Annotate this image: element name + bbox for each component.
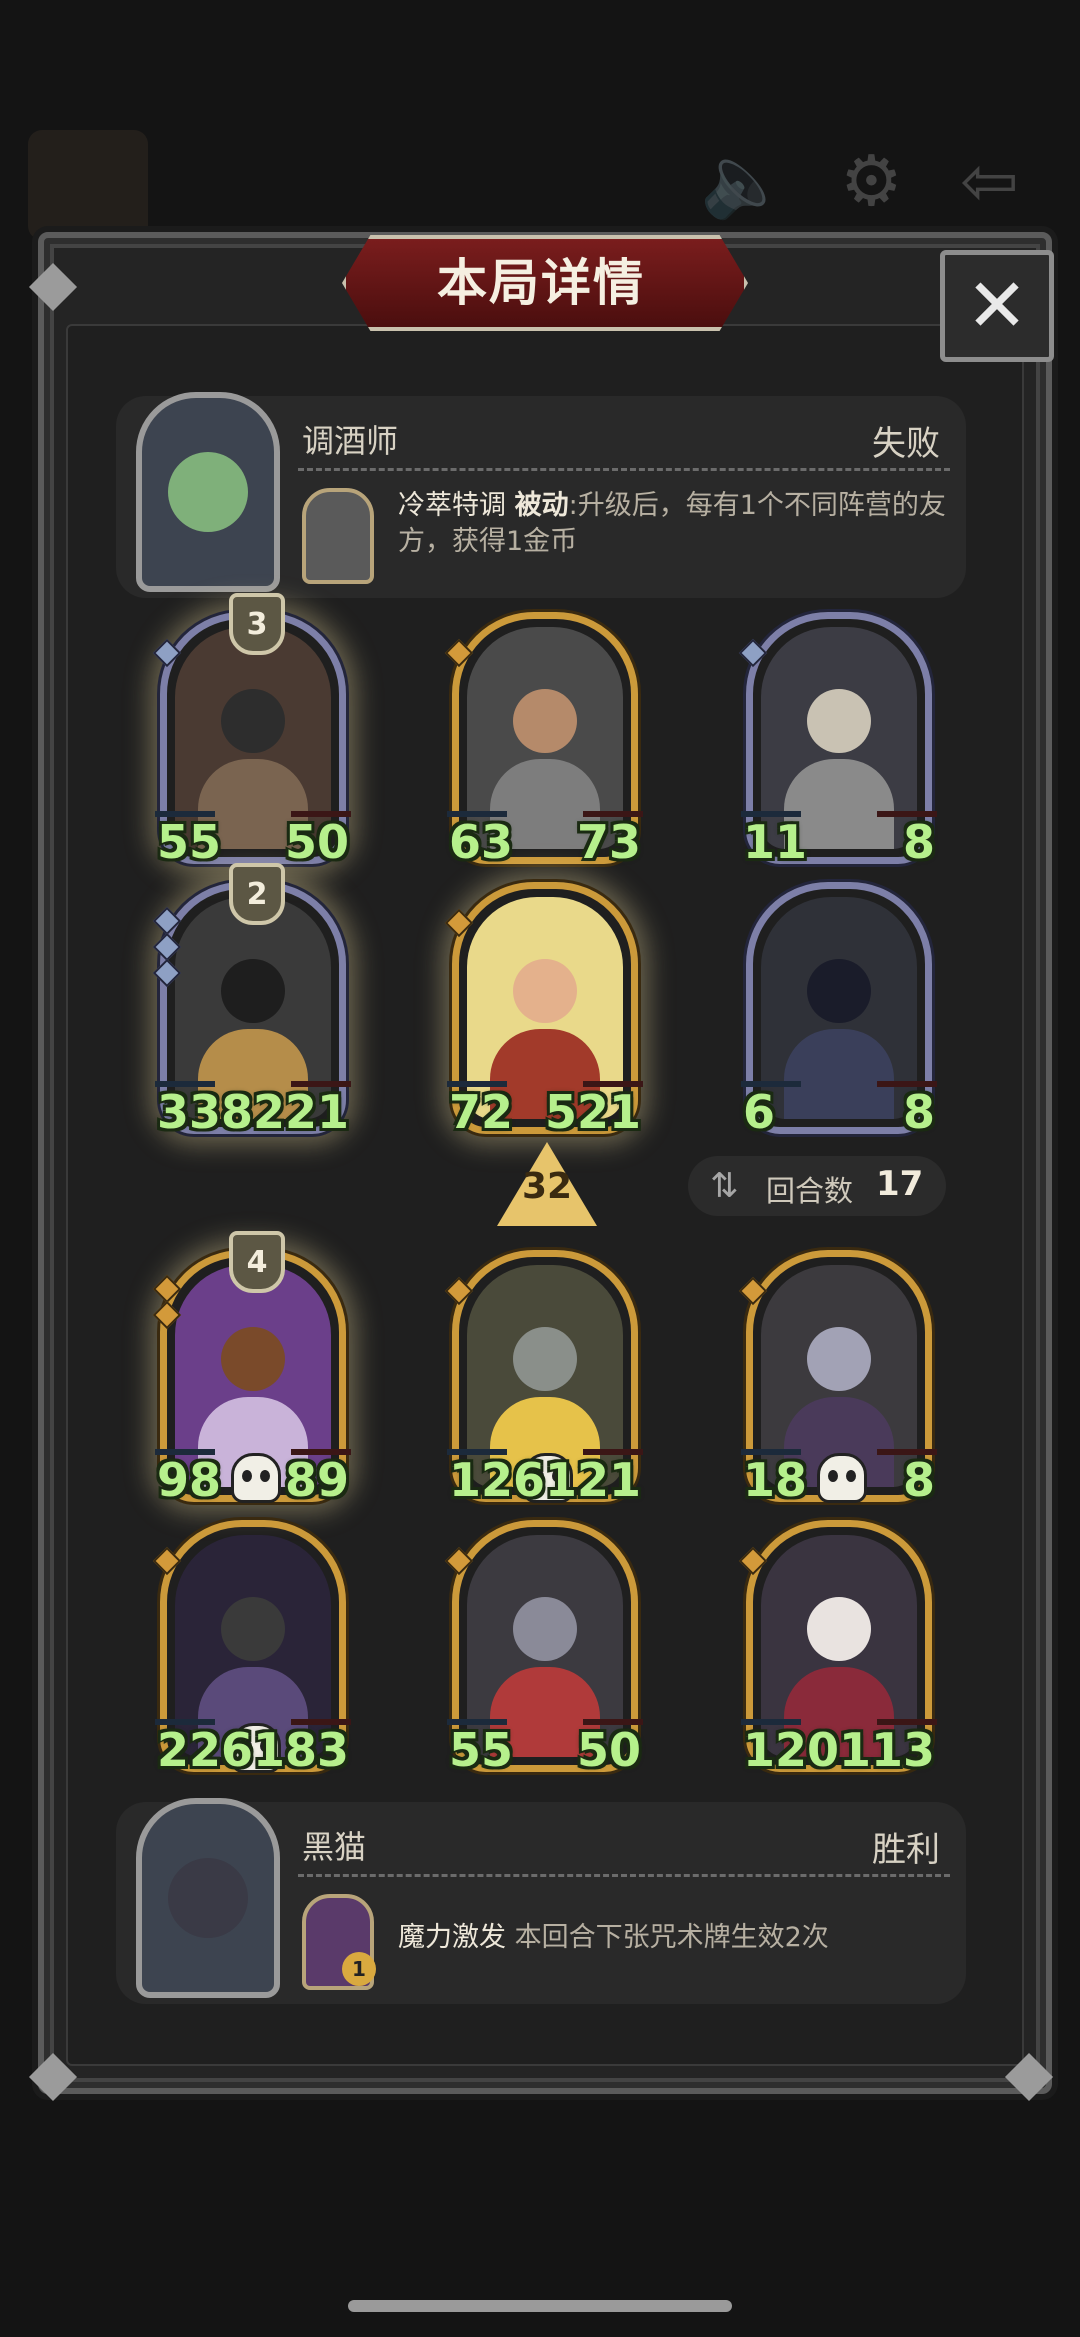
skull-icon (817, 1453, 867, 1503)
unit-card[interactable]: 120 113 (738, 1520, 937, 1777)
round-counter: ⇅ 回合数 17 (688, 1156, 946, 1216)
gear-icon: ⚙ (840, 140, 903, 222)
unit-card[interactable]: 11 8 (738, 612, 937, 869)
health-value: 89 (284, 1453, 349, 1507)
attack-value: 11 (743, 815, 808, 869)
health-value: 50 (576, 1723, 641, 1777)
skill-text: 本回合下张咒术牌生效2次 (514, 1922, 829, 1953)
background-hud: 🔈 ⚙ ⇦ (0, 0, 1080, 240)
player-portrait[interactable] (136, 392, 280, 592)
match-result: 失败 (872, 424, 940, 464)
black-cat-avatar (168, 1858, 248, 1938)
round-value: 17 (876, 1164, 924, 1204)
attack-value: 72 (449, 1085, 514, 1139)
health-value: 221 (252, 1085, 349, 1139)
unit-card[interactable]: 63 73 (444, 612, 643, 869)
skill-description: 魔力激发 本回合下张咒术牌生效2次 (398, 1920, 958, 1956)
level-badge: 3 (229, 593, 285, 655)
skull-icon (231, 1453, 281, 1503)
attack-value: 18 (743, 1453, 808, 1507)
attack-value: 338 (157, 1085, 254, 1139)
attack-value: 226 (157, 1723, 254, 1777)
unit-card[interactable]: 18 8 (738, 1250, 937, 1507)
unit-card[interactable]: 126 121 (444, 1250, 643, 1507)
unit-card[interactable]: 6 8 (741, 882, 937, 1139)
background-avatar (28, 130, 148, 240)
health-value: 121 (544, 1453, 641, 1507)
back-icon: ⇦ (960, 140, 1019, 222)
match-result: 胜利 (872, 1830, 940, 1870)
close-button[interactable]: ✕ (940, 250, 1054, 362)
bartender-avatar (168, 452, 248, 532)
player-name: 调酒师 (302, 422, 399, 460)
health-value: 8 (902, 815, 935, 869)
skill-keyword: 被动 (514, 490, 569, 521)
attack-value: 63 (449, 815, 514, 869)
skill-badge: 1 (342, 1952, 376, 1986)
attack-value: 55 (449, 1723, 514, 1777)
player-row-top: 调酒师 失败 冷萃特调 被动:升级后，每有1个不同阵营的友方，获得1金币 (116, 392, 966, 598)
attack-value: 55 (157, 815, 222, 869)
unit-card[interactable]: 3 55 50 (152, 593, 351, 869)
attack-value: 6 (743, 1085, 776, 1139)
attack-value: 98 (157, 1453, 222, 1507)
upgrade-count: 32 (521, 1166, 573, 1207)
skill-description: 冷萃特调 被动:升级后，每有1个不同阵营的友方，获得1金币 (398, 488, 958, 560)
home-indicator[interactable] (348, 2300, 732, 2312)
skill-shaker-icon[interactable] (302, 488, 374, 584)
skill-name: 魔力激发 (398, 1922, 506, 1953)
player-portrait[interactable] (136, 1798, 280, 1998)
skill-name: 冷萃特调 (398, 490, 506, 521)
attack-value: 120 (743, 1723, 840, 1777)
speaker-icon: 🔈 (700, 140, 788, 222)
close-icon: ✕ (965, 263, 1028, 349)
divider (298, 1874, 950, 1877)
level-badge: 2 (229, 863, 285, 925)
health-value: 73 (576, 815, 641, 869)
unit-card[interactable]: 2 338 221 (152, 863, 351, 1139)
page-title: 本局详情 (437, 254, 645, 312)
unit-card[interactable]: 72 521 (444, 882, 643, 1139)
player-row-bottom: 黑猫 胜利 1 魔力激发 本回合下张咒术牌生效2次 (116, 1798, 966, 2004)
divider (298, 468, 950, 471)
health-value: 8 (902, 1085, 935, 1139)
unit-card[interactable]: 55 50 (444, 1520, 643, 1777)
health-value: 8 (902, 1453, 935, 1507)
level-badge: 4 (229, 1231, 285, 1293)
round-label: 回合数 (766, 1174, 854, 1208)
attack-value: 126 (449, 1453, 546, 1507)
unit-card[interactable]: 226 183 (152, 1520, 351, 1777)
health-value: 183 (252, 1723, 349, 1777)
unit-card[interactable]: 4 98 89 (152, 1231, 351, 1507)
health-value: 50 (284, 815, 349, 869)
refresh-icon: ⇅ (710, 1166, 739, 1206)
health-value: 521 (544, 1085, 641, 1139)
player-name: 黑猫 (302, 1828, 367, 1866)
health-value: 113 (838, 1723, 935, 1777)
